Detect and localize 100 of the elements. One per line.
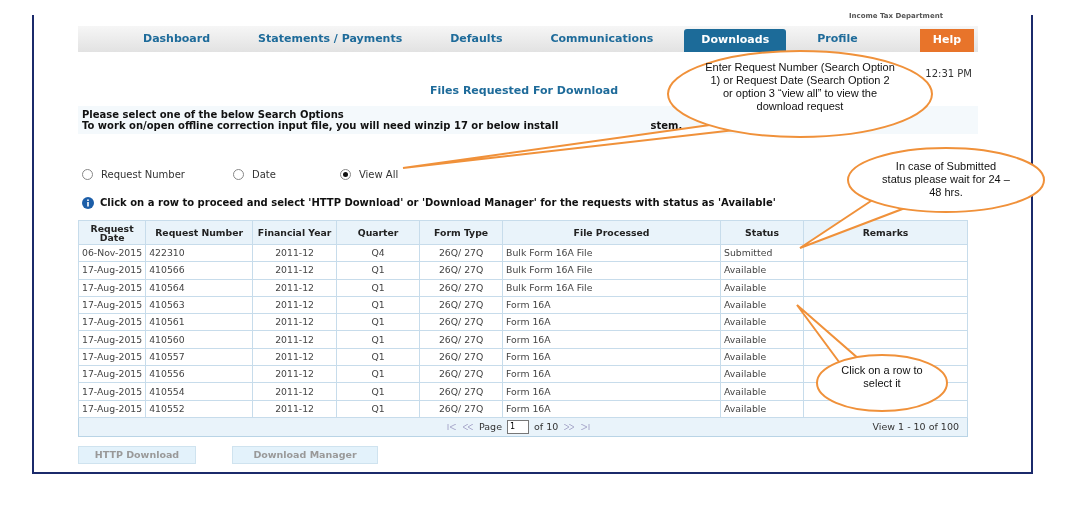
nav-tab[interactable]: Profile [800,26,875,52]
page-summary: View 1 - 10 of 100 [872,419,959,434]
table-cell[interactable]: Available [720,365,804,383]
table-cell[interactable]: 2011-12 [252,313,337,331]
table-cell[interactable]: Form 16A [502,296,721,314]
table-cell[interactable]: 17-Aug-2015 [78,400,146,418]
table-cell[interactable]: 410564 [145,279,253,297]
info-icon [82,196,94,209]
nav-tab[interactable]: Statements / Payments [241,26,420,52]
table-cell[interactable]: 17-Aug-2015 [78,296,146,314]
page-label: Page [479,419,502,434]
table-cell[interactable]: 410566 [145,261,253,280]
table-cell[interactable]: 26Q/ 27Q [419,348,503,366]
table-cell[interactable]: Q1 [336,348,420,366]
table-cell[interactable]: Form 16A [502,348,721,366]
next-page-icon[interactable] [563,423,576,430]
table-cell[interactable]: Q1 [336,400,420,418]
table-cell[interactable]: Available [720,279,804,297]
table-cell[interactable]: 26Q/ 27Q [419,261,503,280]
previous-page-icon[interactable] [462,423,474,430]
table-cell[interactable]: Bulk Form 16A File [502,279,721,297]
table-cell[interactable]: 2011-12 [252,261,337,280]
table-cell[interactable]: 26Q/ 27Q [419,296,503,314]
page-total: of 10 [534,419,559,434]
table-cell[interactable]: Q1 [336,365,420,383]
table-cell[interactable]: 2011-12 [252,244,337,262]
table-cell[interactable]: 26Q/ 27Q [419,279,503,297]
instruction-text: To work on/open offline correction input file, you will need winzip 17 or below install [82,120,559,131]
table-cell[interactable]: 17-Aug-2015 [78,365,146,383]
table-cell[interactable]: 26Q/ 27Q [419,244,503,262]
table-cell[interactable]: 2011-12 [252,331,337,349]
nav-tab[interactable]: Communications [533,26,671,52]
table-cell[interactable]: Q4 [336,244,420,262]
radio-option[interactable]: Request Number [82,167,185,182]
last-page-icon[interactable] [580,423,591,430]
table-cell[interactable]: Available [720,382,804,401]
radio-button[interactable] [339,169,351,180]
table-cell[interactable]: 26Q/ 27Q [419,382,503,401]
table-cell[interactable]: Q1 [336,296,420,314]
column-header: Form Type [419,220,503,245]
table-cell[interactable]: 26Q/ 27Q [419,331,503,349]
callout-text: Click on a row to select it [840,364,924,390]
radio-option[interactable]: View All [339,167,399,182]
table-cell[interactable]: 26Q/ 27Q [419,313,503,331]
table-cell[interactable]: 17-Aug-2015 [78,313,146,331]
column-header: Status [720,220,804,245]
radio-option[interactable]: Date [233,167,276,182]
table-cell[interactable]: 17-Aug-2015 [78,279,146,297]
table-cell[interactable]: 410557 [145,348,253,366]
table-cell[interactable]: 2011-12 [252,279,337,297]
column-header: Quarter [336,220,420,245]
radio-button[interactable] [82,169,93,180]
table-cell[interactable]: Q1 [336,279,420,297]
table-cell[interactable]: 410560 [145,331,253,349]
table-cell[interactable]: Bulk Form 16A File [502,261,721,280]
table-cell[interactable]: 06-Nov-2015 [78,244,146,262]
table-cell[interactable]: Available [720,400,804,418]
table-cell[interactable]: Q1 [336,331,420,349]
table-cell[interactable]: 2011-12 [252,365,337,383]
table-cell[interactable]: Available [720,313,804,331]
instruction-text: stem. [650,120,683,131]
table-cell[interactable]: 422310 [145,244,253,262]
table-cell[interactable]: Form 16A [502,382,721,401]
radio-button[interactable] [233,169,244,180]
table-cell[interactable]: Available [720,331,804,349]
table-cell[interactable]: 410552 [145,400,253,418]
page-number-field[interactable]: 1 [507,419,529,434]
table-cell[interactable]: Bulk Form 16A File [502,244,721,262]
table-cell[interactable]: 17-Aug-2015 [78,331,146,349]
table-cell[interactable]: 2011-12 [252,382,337,401]
table-cell[interactable]: Form 16A [502,313,721,331]
table-cell[interactable]: 2011-12 [252,296,337,314]
time-text: 12:31 PM [925,67,972,81]
nav-tab[interactable]: Downloads [684,29,787,52]
table-cell[interactable]: 17-Aug-2015 [78,348,146,366]
table-cell[interactable]: Available [720,348,804,366]
table-cell[interactable]: Q1 [336,382,420,401]
table-cell[interactable]: 26Q/ 27Q [419,365,503,383]
table-cell[interactable]: Form 16A [502,365,721,383]
table-cell[interactable]: 17-Aug-2015 [78,261,146,280]
column-header: Request Date [78,220,146,245]
table-cell[interactable]: 410561 [145,313,253,331]
table-cell[interactable]: 17-Aug-2015 [78,382,146,401]
first-page-icon[interactable] [447,423,457,430]
table-cell[interactable]: Form 16A [502,331,721,349]
table-cell[interactable]: Available [720,261,804,280]
table-cell[interactable]: 2011-12 [252,348,337,366]
page-title: Files Requested For Download [430,83,619,99]
table-cell[interactable]: Form 16A [502,400,721,418]
nav-tab[interactable]: Defaults [433,26,520,52]
table-cell[interactable]: 410554 [145,382,253,401]
nav-tab[interactable]: Dashboard [126,26,228,52]
info-text: Click on a row to proceed and select 'HTTP Download' or 'Download Manager' for the requests with status as 'Available' [100,196,776,210]
table-cell[interactable]: 2011-12 [252,400,337,418]
table-cell[interactable]: 410556 [145,365,253,383]
table-cell[interactable]: 410563 [145,296,253,314]
table-cell[interactable]: 26Q/ 27Q [419,400,503,418]
table-cell[interactable]: Q1 [336,313,420,331]
table-cell[interactable]: Q1 [336,261,420,280]
instruction-text: Please select one of the below Search Options [82,109,344,120]
